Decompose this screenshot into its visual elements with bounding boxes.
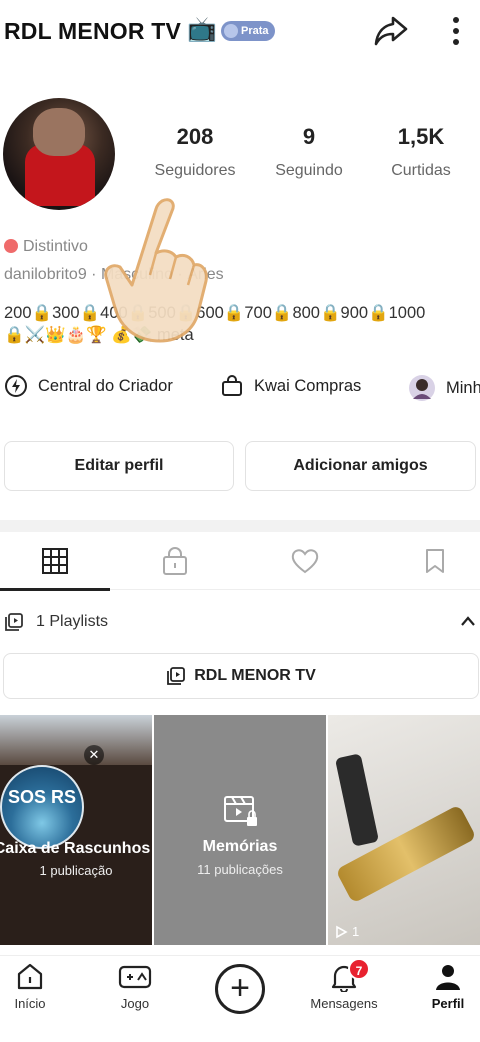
play-icon [336, 925, 348, 938]
followers-stat[interactable]: 208 Seguidores [140, 124, 250, 180]
memories-icon [224, 796, 257, 826]
tools-row: Central do Criador Kwai Compras Minh [0, 366, 480, 406]
bottom-nav: Início Jogo + 7 Mensagens Perfil [0, 955, 480, 1042]
nav-home[interactable]: Início [0, 962, 70, 1011]
play-count: 1 [334, 924, 359, 939]
kwai-shopping-label: Kwai Compras [254, 376, 362, 395]
nav-game[interactable]: Jogo [95, 962, 175, 1011]
playlist-item-label: RDL MENOR TV [194, 667, 316, 684]
profile-icon [436, 965, 460, 990]
section-divider [0, 520, 480, 532]
bio-line-1: 200🔒300🔒400🔒500🔒600🔒700🔒800🔒900🔒1000 [4, 304, 426, 322]
sos-rs-badge: SOS RS [0, 765, 84, 849]
drafts-count: 1 publicação [39, 863, 113, 878]
tab-likes[interactable] [250, 532, 360, 590]
tap-hand-icon [104, 198, 208, 343]
profile-title: RDL MENOR TV [4, 18, 182, 44]
level-badge[interactable]: Prata [221, 21, 275, 41]
avatar[interactable] [3, 98, 115, 210]
badge-icon [224, 24, 238, 38]
likes-stat[interactable]: 1,5K Curtidas [366, 124, 476, 180]
play-count-value: 1 [352, 924, 360, 939]
grid-icon [42, 548, 68, 574]
messages-badge: 7 [348, 958, 370, 980]
add-friends-button[interactable]: Adicionar amigos [245, 441, 476, 491]
content-tabs [0, 532, 480, 591]
memories-title: Memórias [202, 838, 278, 855]
video-grid: SOS RS ✕ Caixa de Rascunhos 1 publicação… [0, 715, 480, 945]
shopping-bag-icon [222, 375, 242, 396]
tab-active-indicator [0, 588, 110, 591]
playlist-icon [5, 613, 23, 631]
memories-count: 11 publicações [197, 862, 283, 877]
creator-center-label: Central do Criador [38, 376, 173, 395]
profile-page: RDL MENOR TV 📺 Prata 208 Seguidores 9 Se… [0, 0, 480, 1042]
distintivo-icon [4, 239, 18, 253]
kwai-shopping-button[interactable]: Kwai Compras [220, 374, 361, 398]
nav-profile[interactable]: Perfil [408, 962, 480, 1011]
create-button[interactable]: + [215, 964, 265, 1014]
followers-count: 208 [176, 124, 214, 149]
creator-center-button[interactable]: Central do Criador [4, 374, 173, 398]
nav-home-label: Início [14, 996, 46, 1011]
creator-center-icon [5, 375, 27, 397]
gamepad-icon [118, 965, 152, 989]
home-icon [17, 963, 43, 990]
likes-label: Curtidas [391, 162, 451, 179]
avatar-mini-icon [409, 375, 435, 401]
distintivo[interactable]: Distintivo [4, 238, 88, 256]
likes-count: 1,5K [397, 124, 445, 149]
chevron-up-icon[interactable] [460, 615, 476, 627]
playlists-count: 1 Playlists [36, 613, 109, 630]
followers-label: Seguidores [154, 162, 236, 179]
share-icon[interactable] [372, 12, 410, 50]
nav-messages-label: Mensagens [310, 996, 378, 1011]
playlist-item-icon [167, 667, 186, 685]
avatar-face [33, 108, 85, 156]
tv-icon: 📺 [187, 16, 217, 43]
following-stat[interactable]: 9 Seguindo [254, 124, 364, 180]
tab-private[interactable] [120, 532, 230, 590]
drafts-thumbnail [0, 715, 152, 765]
distintivo-label: Distintivo [23, 238, 88, 255]
video-cell[interactable]: 1 [328, 715, 480, 945]
stats: 208 Seguidores 9 Seguindo 1,5K Curtidas [140, 124, 470, 194]
tab-grid[interactable] [0, 532, 110, 591]
drafts-title: Caixa de Rascunhos [0, 840, 151, 857]
mini-profile-label: Minh [446, 378, 480, 397]
video-object-dark [334, 753, 380, 847]
mini-profile-button[interactable]: Minh [408, 374, 480, 402]
following-count: 9 [302, 124, 316, 149]
lock-icon [163, 547, 187, 575]
badge-label: Prata [241, 25, 269, 37]
nav-game-label: Jogo [120, 996, 150, 1011]
drafts-cell[interactable]: SOS RS ✕ Caixa de Rascunhos 1 publicação [0, 715, 152, 945]
close-icon[interactable]: ✕ [84, 745, 104, 765]
following-label: Seguindo [275, 162, 343, 179]
memories-cell[interactable]: Memórias 11 publicações [154, 715, 326, 945]
playlists-header[interactable]: 1 Playlists [0, 600, 480, 644]
tab-saved[interactable] [380, 532, 480, 590]
playlist-item[interactable]: RDL MENOR TV [3, 653, 479, 699]
heart-icon [291, 549, 319, 574]
nav-messages[interactable]: 7 Mensagens [304, 958, 384, 1011]
nav-profile-label: Perfil [431, 996, 465, 1011]
header: RDL MENOR TV 📺 Prata [0, 0, 480, 64]
edit-profile-button[interactable]: Editar perfil [4, 441, 234, 491]
bookmark-icon [426, 549, 444, 573]
more-icon[interactable] [444, 12, 468, 50]
